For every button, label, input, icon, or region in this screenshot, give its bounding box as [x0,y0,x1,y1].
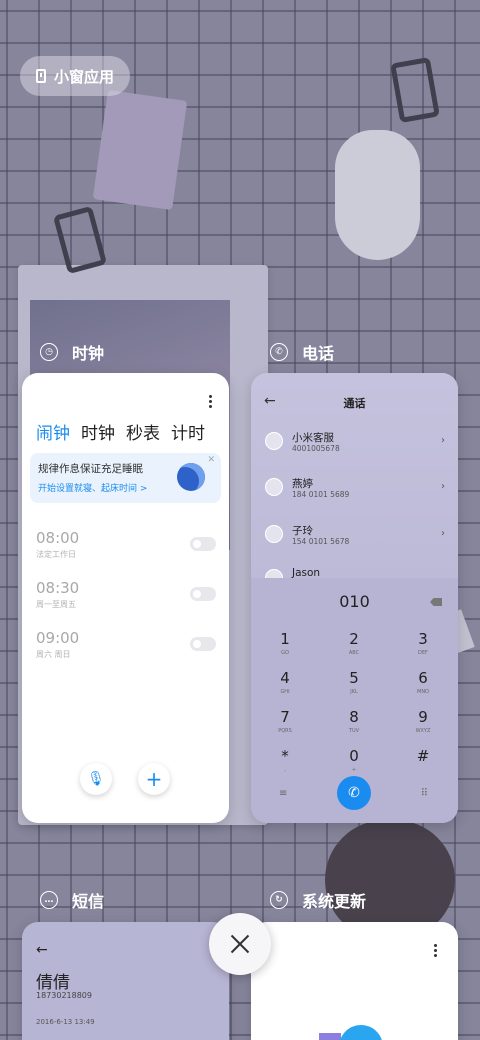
dial-key[interactable]: 7 PQRS [265,708,305,734]
alarm-repeat: 周六 周日 [36,650,71,659]
floating-window-icon [36,69,46,83]
dialpad: 010 1 GO 2 ABC 3 DEF 4 GHI 5 JKL 6 MNO 7 PQRS 8… [251,578,458,823]
sms-recent-card[interactable]: ← 倩倩 18730218809 2016-6-13 13:49 [22,922,229,1040]
update-app-icon: ↻ [270,891,288,909]
dialed-number: 010 [339,592,370,611]
voice-button[interactable]: 🎙 [80,763,112,795]
alarm-repeat: 周一至周五 [36,600,76,609]
contact-number: 4001005678 [292,444,340,453]
tab-clock[interactable]: 时钟 [81,419,115,444]
miui-logo-icon [319,1025,389,1040]
sms-contact-number: 18730218809 [36,991,92,1000]
call-button[interactable]: ✆ [337,776,371,810]
dial-key[interactable]: 3 DEF [403,630,443,656]
update-app-header[interactable]: ↻ 系统更新 [270,888,366,912]
phone-icon: ✆ [348,785,360,801]
sms-app-header[interactable]: … 短信 [40,888,104,912]
clock-app-icon: ◷ [40,343,58,361]
dial-key[interactable]: 1 GO [265,630,305,656]
update-app-name: 系统更新 [302,892,367,911]
avatar-icon [265,478,283,496]
contact-number: 154 0101 5678 [292,537,350,546]
phone-app-name: 电话 [302,344,335,363]
alarm-repeat: 法定工作日 [36,550,76,559]
dial-key[interactable]: 9 WXYZ [403,708,443,734]
more-options-icon[interactable] [209,395,213,408]
clock-app-header[interactable]: ◷ 时钟 [40,340,104,364]
avatar-icon [265,569,283,578]
plus-icon: + [145,767,163,791]
contact-name: Jason [292,567,321,578]
alarm-toggle[interactable] [190,537,216,551]
add-alarm-button[interactable]: + [138,763,170,795]
sms-app-name: 短信 [72,892,105,911]
dial-key[interactable]: # [403,747,443,767]
tab-stopwatch[interactable]: 秒表 [126,419,160,444]
clock-tabs: 闹钟 时钟 秒表 计时 [36,419,205,444]
clock-recent-card[interactable]: 闹钟 时钟 秒表 计时 规律作息保证充足睡眠 开始设置就寝、起床时间 > ✕ 0… [22,373,229,823]
contact-row[interactable]: 子玲 154 0101 5678 › [265,523,445,549]
more-options-icon[interactable] [434,944,438,957]
contact-number: 184 0101 5689 [292,490,350,499]
contact-name: 子玲 [292,525,313,537]
chevron-right-icon[interactable]: › [441,435,445,446]
floating-window-label: 小窗应用 [54,67,115,86]
moon-icon [177,463,205,491]
sms-date: 2016-6-13 13:49 [36,1018,95,1026]
phone-app-header[interactable]: ✆ 电话 [270,340,334,364]
avatar-icon [265,525,283,543]
alarm-toggle[interactable] [190,587,216,601]
alarm-item[interactable]: 08:00 法定工作日 [36,529,216,560]
alarm-toggle[interactable] [190,637,216,651]
dial-key[interactable]: 6 MNO [403,669,443,695]
clear-all-button[interactable] [209,913,271,975]
dial-key[interactable]: 2 ABC [334,630,374,656]
chevron-right-icon[interactable]: › [441,481,445,492]
alarm-time: 08:30 [36,579,80,597]
phone-header-area: ← 通话 小米客服 4001005678 › 燕婷 184 0101 5689 … [251,373,458,578]
dial-key[interactable]: 8 TUV [334,708,374,734]
contact-name: 燕婷 [292,478,313,490]
update-recent-card[interactable] [251,922,458,1040]
keypad-icon[interactable]: ⠿ [421,788,428,799]
tab-timer[interactable]: 计时 [171,419,205,444]
contact-row[interactable]: Jason [265,567,445,578]
dial-key[interactable]: 5 JKL [334,669,374,695]
dial-key[interactable]: *, [265,747,305,773]
close-icon [230,934,250,954]
sms-app-icon: … [40,891,58,909]
dial-key[interactable]: 4 GHI [265,669,305,695]
floating-window-button[interactable]: 小窗应用 [20,56,131,96]
sleep-banner[interactable]: 规律作息保证充足睡眠 开始设置就寝、起床时间 > ✕ [30,453,221,503]
microphone-icon: 🎙 [87,771,105,787]
clock-app-name: 时钟 [72,344,105,363]
alarm-item[interactable]: 09:00 周六 周日 [36,629,216,660]
contact-row[interactable]: 小米客服 4001005678 › [265,430,445,456]
dial-key[interactable]: 0 + [334,747,374,773]
phone-title: 通话 [343,397,366,410]
tab-alarm[interactable]: 闹钟 [36,419,70,444]
alarm-time: 08:00 [36,529,80,547]
alarm-time: 09:00 [36,629,80,647]
close-icon[interactable]: ✕ [207,455,215,465]
menu-icon[interactable]: ≡ [279,788,287,799]
chevron-right-icon[interactable]: › [441,528,445,539]
avatar-icon [265,432,283,450]
phone-recent-card[interactable]: ← 通话 小米客服 4001005678 › 燕婷 184 0101 5689 … [251,373,458,823]
contact-row[interactable]: 燕婷 184 0101 5689 › [265,476,445,502]
phone-app-icon: ✆ [270,343,288,361]
sms-contact-name: 倩倩 [36,973,70,993]
contact-name: 小米客服 [292,432,334,444]
alarm-item[interactable]: 08:30 周一至周五 [36,579,216,610]
back-arrow-icon[interactable]: ← [36,942,48,958]
